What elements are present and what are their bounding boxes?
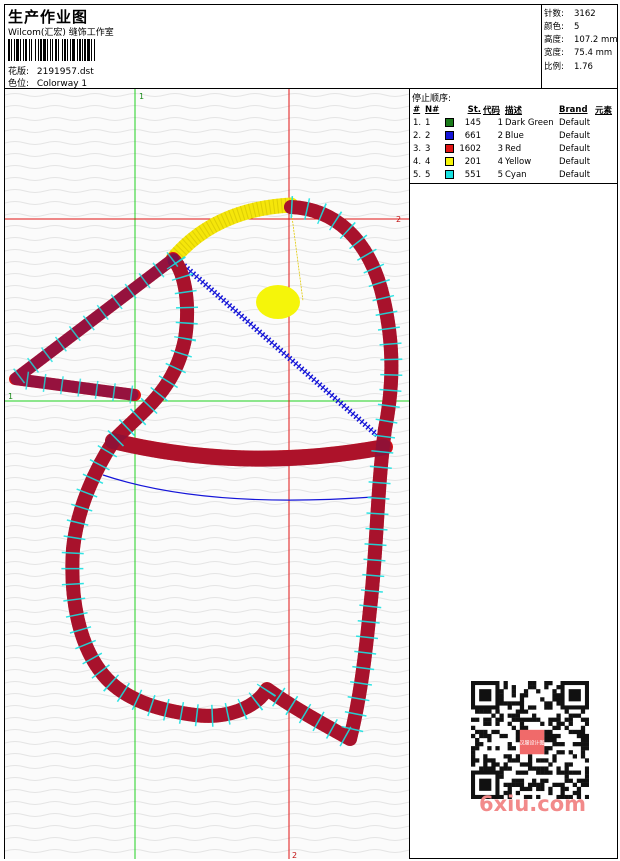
row-element <box>594 168 615 181</box>
table-row[interactable]: 2. 2 661 2 Blue Default <box>412 129 615 142</box>
row-brand: Default <box>559 156 591 167</box>
row-number: 5 <box>425 169 431 180</box>
row-description: Red <box>505 143 522 154</box>
row-index: 1. <box>413 117 422 128</box>
color-swatch <box>445 169 454 179</box>
row-code: 5 <box>497 169 503 180</box>
guide-label-v1: 1 <box>139 92 144 101</box>
col-header-element: 元素 <box>595 105 613 116</box>
col-header-index: # <box>413 104 421 115</box>
col-header-description: 描述 <box>505 105 523 116</box>
stop-sequence-table: # N# St. 代码 描述 Brand 元素 1. 1 145 1 Dark Gree… <box>412 103 615 181</box>
row-element <box>594 129 615 142</box>
row-brand: Default <box>559 143 591 154</box>
barcode <box>8 39 144 61</box>
row-number: 4 <box>425 156 431 167</box>
row-brand: Default <box>559 169 591 180</box>
stitch-count-value: 3162 <box>574 9 596 19</box>
sheet-header: 生产作业图 Wilcom(汇宏) 缝饰工作室 花版: 2191957.dst 色… <box>5 5 618 89</box>
height-row: 高度: 107.2 mm <box>544 33 618 45</box>
row-brand: Default <box>559 130 591 141</box>
color-swatch <box>445 117 454 127</box>
row-element <box>594 155 615 168</box>
row-description: Blue <box>505 130 524 141</box>
color-swatch <box>445 130 454 140</box>
row-element <box>594 116 615 129</box>
color-swatch <box>445 143 454 153</box>
row-code: 2 <box>497 130 503 141</box>
sheet-title: 生产作业图 <box>8 8 89 26</box>
row-index: 3. <box>413 143 422 154</box>
color-count-row: 颜色: 5 <box>544 20 579 32</box>
company-name: Wilcom(汇宏) 缝饰工作室 <box>8 28 114 38</box>
row-brand: Default <box>559 117 591 128</box>
row-stitches: 1602 <box>444 142 482 155</box>
colorway-label: 色位: <box>8 79 30 89</box>
row-stitches: 551 <box>444 168 482 181</box>
width-row: 宽度: 75.4 mm <box>544 46 612 58</box>
row-index: 5. <box>413 169 422 180</box>
stitch-count-label: 针数: <box>544 9 564 19</box>
color-swatch <box>445 156 454 166</box>
col-header-brand: Brand <box>559 104 588 115</box>
row-number: 3 <box>425 143 431 154</box>
row-element <box>594 142 615 155</box>
row-index: 2. <box>413 130 422 141</box>
row-stitches: 661 <box>444 129 482 142</box>
stats-panel: 针数: 3162 颜色: 5 高度: 107.2 mm 宽度: 75.4 mm 比例: 1… <box>541 5 618 89</box>
col-header-stitches: St. <box>467 104 481 115</box>
scale-label: 比例: <box>544 62 564 72</box>
height-label: 高度: <box>544 35 564 45</box>
colorway-row: 色位: Colorway 1 <box>8 76 87 89</box>
row-description: Cyan <box>505 169 527 180</box>
row-index: 4. <box>413 156 422 167</box>
table-row[interactable]: 5. 5 551 5 Cyan Default <box>412 168 615 181</box>
color-count-value: 5 <box>574 22 580 32</box>
stop-sequence-panel: 停止顺序: # N# St. 代码 描述 Brand 元素 1. 1 145 1 Dar… <box>410 89 617 184</box>
qr-code-graphic: 汉服设计图 <box>471 681 589 799</box>
production-sheet: 生产作业图 Wilcom(汇宏) 缝饰工作室 花版: 2191957.dst 色… <box>4 4 618 859</box>
scale-row: 比例: 1.76 <box>544 60 593 72</box>
color-count-label: 颜色: <box>544 22 564 32</box>
guide-label-h2: 2 <box>396 215 401 224</box>
yellow-fill-dot <box>256 285 300 319</box>
scale-value: 1.76 <box>574 62 593 72</box>
colorway-value: Colorway 1 <box>36 79 88 89</box>
width-value: 75.4 mm <box>574 48 613 58</box>
guide-label-v2: 2 <box>292 851 297 859</box>
table-header-row: # N# St. 代码 描述 Brand 元素 <box>412 103 615 116</box>
table-row[interactable]: 3. 3 1602 3 Red Default <box>412 142 615 155</box>
embroidery-preview: 1 1 2 2 <box>5 89 409 859</box>
table-row[interactable]: 1. 1 145 1 Dark Green Default <box>412 116 615 129</box>
width-label: 宽度: <box>544 48 564 58</box>
row-code: 1 <box>497 117 503 128</box>
row-number: 2 <box>425 130 431 141</box>
row-code: 4 <box>497 156 503 167</box>
watermark-text: 6xiu.com <box>479 792 587 816</box>
row-stitches: 145 <box>444 116 482 129</box>
row-number: 1 <box>425 117 431 128</box>
height-value: 107.2 mm <box>574 35 618 45</box>
row-description: Dark Green <box>505 117 554 128</box>
row-stitches: 201 <box>444 155 482 168</box>
col-header-number: N# <box>425 104 440 115</box>
guide-label-h1: 1 <box>8 392 13 401</box>
row-code: 3 <box>497 143 503 154</box>
stitch-count-row: 针数: 3162 <box>544 7 596 19</box>
qr-code: 汉服设计图 <box>471 681 589 799</box>
row-description: Yellow <box>505 156 532 167</box>
col-header-code: 代码 <box>483 105 501 116</box>
qr-badge-text: 汉服设计图 <box>520 739 545 746</box>
design-canvas[interactable]: 1 1 2 2 <box>5 89 410 859</box>
table-row[interactable]: 4. 4 201 4 Yellow Default <box>412 155 615 168</box>
